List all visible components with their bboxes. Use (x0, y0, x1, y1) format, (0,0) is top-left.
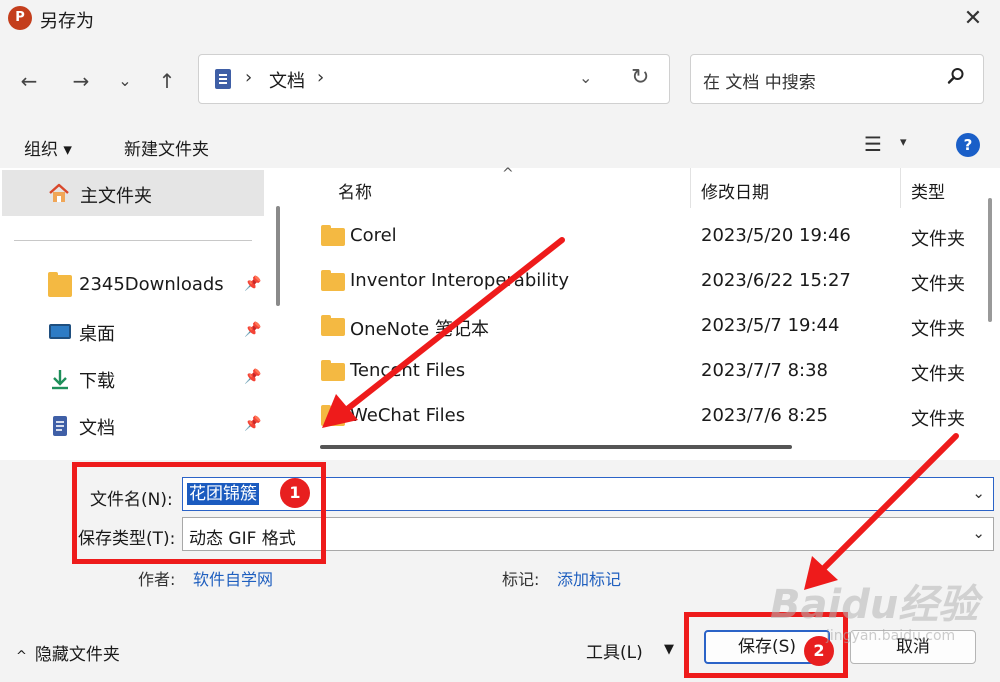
folder-icon (321, 360, 345, 381)
file-name: Tencent Files (350, 360, 466, 381)
file-row[interactable]: Inventor Interoperability 2023/6/22 15:2… (294, 260, 980, 304)
file-type: 文件夹 (911, 319, 965, 340)
pin-icon[interactable]: 📌 (244, 416, 261, 432)
file-name: Corel (350, 225, 397, 246)
back-arrow-icon[interactable]: ← (14, 66, 44, 96)
baidu-watermark-url: jingyan.baidu.com (826, 628, 956, 644)
pin-icon[interactable]: 📌 (244, 369, 261, 385)
sidebar-scrollbar[interactable] (276, 206, 280, 306)
file-row[interactable]: Corel 2023/5/20 19:46 文件夹 (294, 215, 980, 259)
column-header-date[interactable]: 修改日期 (701, 178, 769, 203)
navigation-bar: ← → ⌄ ↑ › 文档 › ⌄ ↻ 在 文档 中搜索 (0, 38, 1000, 122)
column-header-name[interactable]: 名称 (338, 178, 372, 203)
search-box[interactable]: 在 文档 中搜索 (690, 54, 984, 104)
desktop-icon (49, 324, 71, 339)
breadcrumb-documents[interactable]: 文档 (269, 67, 305, 93)
column-divider[interactable] (900, 168, 901, 208)
breadcrumb-separator-icon[interactable]: › (317, 67, 324, 88)
baidu-watermark: Baidu经验 (770, 582, 979, 628)
sort-ascending-icon: ^ (502, 166, 514, 182)
author-value[interactable]: 软件自学网 (193, 566, 273, 590)
file-date: 2023/7/6 8:25 (701, 405, 828, 426)
file-name: WeChat Files (350, 405, 466, 426)
navigation-pane: 主文件夹 2345Downloads 📌 桌面 📌 下载 📌 文档 📌 (0, 168, 290, 460)
filetype-dropdown-icon[interactable]: ⌄ (972, 524, 985, 542)
toolbar: 组织 ▾ 新建文件夹 ☰ ▾ ? (0, 122, 1000, 168)
tools-dropdown-icon[interactable]: ▼ (664, 642, 674, 657)
powerpoint-icon: P (8, 6, 32, 30)
title-bar: P 另存为 ✕ (0, 0, 1000, 38)
folder-icon (321, 225, 345, 246)
file-type: 文件夹 (911, 409, 965, 430)
pin-icon[interactable]: 📌 (244, 322, 261, 338)
vertical-scrollbar[interactable] (988, 198, 992, 322)
folder-icon (48, 272, 72, 297)
sidebar-item-desktop[interactable]: 桌面 📌 (0, 312, 270, 352)
document-icon (215, 69, 231, 89)
file-date: 2023/6/22 15:27 (701, 270, 851, 291)
address-bar[interactable]: › 文档 › ⌄ ↻ (198, 54, 670, 104)
horizontal-scrollbar[interactable] (320, 445, 792, 449)
up-arrow-icon[interactable]: ↑ (152, 66, 182, 96)
search-placeholder: 在 文档 中搜索 (703, 73, 816, 93)
file-list: ^ 名称 修改日期 类型 Corel 2023/5/20 19:46 文件夹 I… (294, 166, 1000, 460)
view-options-icon[interactable]: ☰ (864, 132, 882, 156)
download-icon (52, 370, 68, 390)
pin-icon[interactable]: 📌 (244, 276, 261, 292)
file-type: 文件夹 (911, 274, 965, 295)
search-icon[interactable] (947, 67, 965, 85)
annotation-box-fields (72, 462, 326, 564)
home-icon (49, 183, 69, 202)
filename-dropdown-icon[interactable]: ⌄ (972, 484, 985, 502)
file-row[interactable]: WeChat Files 2023/7/6 8:25 文件夹 (294, 395, 980, 439)
file-name: OneNote 笔记本 (350, 319, 489, 340)
sidebar-divider (14, 240, 252, 241)
tags-label: 标记: (502, 570, 540, 589)
close-button[interactable]: ✕ (958, 4, 988, 34)
forward-arrow-icon[interactable]: → (66, 66, 96, 96)
file-row[interactable]: Tencent Files 2023/7/7 8:38 文件夹 (294, 350, 980, 394)
address-dropdown-icon[interactable]: ⌄ (579, 68, 592, 87)
file-name: Inventor Interoperability (350, 270, 569, 291)
file-date: 2023/5/20 19:46 (701, 225, 851, 246)
annotation-badge-1: 1 (280, 478, 310, 508)
refresh-icon[interactable]: ↻ (631, 65, 649, 90)
sidebar-item-home[interactable]: 主文件夹 (2, 170, 264, 216)
file-date: 2023/7/7 8:38 (701, 360, 828, 381)
folder-icon (321, 405, 345, 426)
sidebar-item-label: 下载 (79, 371, 115, 392)
folder-icon (321, 315, 345, 336)
file-type: 文件夹 (911, 364, 965, 385)
sidebar-item-documents[interactable]: 文档 📌 (0, 406, 270, 446)
sidebar-item-label: 文档 (79, 418, 115, 439)
column-divider[interactable] (690, 168, 691, 208)
file-date: 2023/5/7 19:44 (701, 315, 840, 336)
folder-icon (321, 270, 345, 291)
tools-menu[interactable]: 工具(L) (586, 638, 643, 663)
sidebar-item-2345downloads[interactable]: 2345Downloads 📌 (0, 266, 270, 306)
help-icon[interactable]: ? (956, 133, 980, 157)
chevron-up-icon: ^ (16, 649, 27, 664)
recent-locations-chevron-icon[interactable]: ⌄ (110, 66, 140, 96)
window-title: 另存为 (40, 11, 94, 32)
column-header-type[interactable]: 类型 (911, 178, 945, 203)
author-label: 作者: (138, 570, 176, 589)
view-dropdown-icon[interactable]: ▾ (900, 135, 907, 150)
sidebar-item-label: 2345Downloads (79, 274, 224, 295)
organize-menu[interactable]: 组织 ▾ (24, 135, 72, 160)
file-row[interactable]: OneNote 笔记本 2023/5/7 19:44 文件夹 (294, 305, 980, 349)
tags-value[interactable]: 添加标记 (557, 566, 621, 590)
hide-folders-label: 隐藏文件夹 (34, 645, 120, 665)
document-icon (53, 416, 67, 436)
file-type: 文件夹 (911, 229, 965, 250)
sidebar-item-label: 桌面 (79, 324, 115, 345)
new-folder-button[interactable]: 新建文件夹 (124, 135, 209, 160)
hide-folders-toggle[interactable]: ^ 隐藏文件夹 (16, 640, 120, 665)
breadcrumb-separator-icon: › (245, 67, 253, 88)
sidebar-item-label: 主文件夹 (80, 186, 152, 207)
sidebar-item-downloads[interactable]: 下载 📌 (0, 359, 270, 399)
